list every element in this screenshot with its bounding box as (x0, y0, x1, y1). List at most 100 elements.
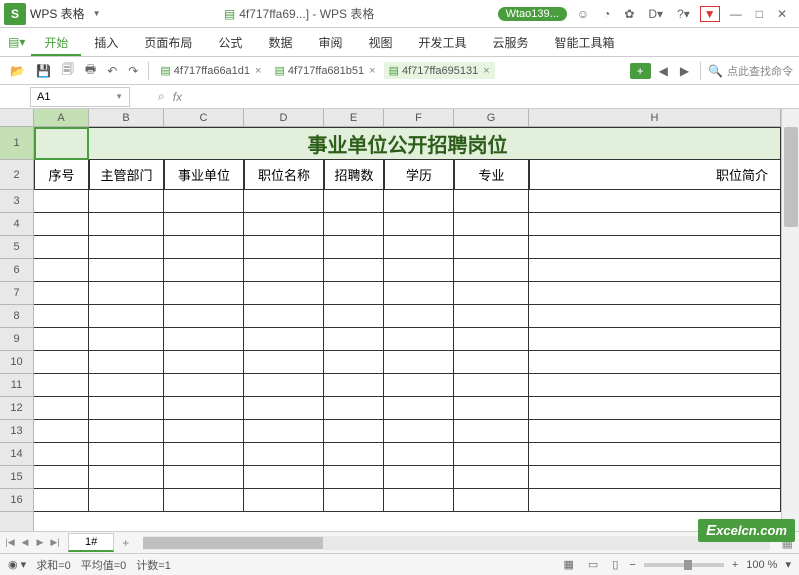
cell[interactable] (89, 190, 164, 213)
menu-doc-icon[interactable]: ▤▾ (8, 35, 25, 49)
cell[interactable] (529, 282, 781, 305)
cell[interactable] (384, 397, 454, 420)
cell[interactable] (89, 351, 164, 374)
cell[interactable] (384, 443, 454, 466)
view-break-icon[interactable]: ▯ (609, 557, 621, 572)
cell[interactable] (454, 466, 529, 489)
help-icon[interactable]: ?▾ (673, 5, 694, 23)
cell[interactable] (164, 351, 244, 374)
cell[interactable] (34, 236, 89, 259)
cell[interactable] (244, 259, 324, 282)
col-header-B[interactable]: B (89, 109, 164, 126)
cell[interactable] (164, 259, 244, 282)
sheet-prev-icon[interactable]: ◀ (18, 535, 32, 551)
cell[interactable] (324, 328, 384, 351)
add-tab-button[interactable]: + (630, 63, 651, 79)
add-sheet-button[interactable]: + (114, 534, 137, 552)
row-header-6[interactable]: 6 (0, 259, 33, 282)
cell[interactable] (324, 236, 384, 259)
d-icon[interactable]: D▾ (644, 5, 667, 23)
cell[interactable] (244, 282, 324, 305)
cell[interactable] (324, 282, 384, 305)
cell[interactable] (244, 236, 324, 259)
cell[interactable] (89, 259, 164, 282)
cell[interactable] (89, 420, 164, 443)
menu-data[interactable]: 数据 (255, 29, 305, 56)
cell[interactable] (324, 259, 384, 282)
cell[interactable] (89, 443, 164, 466)
cell[interactable] (454, 328, 529, 351)
cell[interactable] (529, 443, 781, 466)
header-cell[interactable]: 序号 (34, 160, 89, 190)
cell[interactable] (529, 236, 781, 259)
header-cell[interactable]: 事业单位 (164, 160, 244, 190)
magnify-icon[interactable]: ⌕ (158, 89, 165, 104)
cell[interactable] (324, 190, 384, 213)
cell[interactable] (384, 420, 454, 443)
zoom-level[interactable]: 100 % (746, 559, 777, 571)
cell[interactable] (164, 466, 244, 489)
cell[interactable] (454, 236, 529, 259)
cell[interactable] (34, 374, 89, 397)
vertical-scrollbar[interactable] (781, 109, 799, 531)
cell[interactable] (89, 374, 164, 397)
nav-left-icon[interactable]: ◀ (655, 62, 672, 80)
sheet-tab[interactable]: 1# (68, 533, 114, 552)
cell[interactable] (454, 190, 529, 213)
cell[interactable] (384, 236, 454, 259)
cell[interactable] (89, 466, 164, 489)
col-header-C[interactable]: C (164, 109, 244, 126)
cell[interactable] (164, 190, 244, 213)
cell[interactable] (454, 397, 529, 420)
row-header-12[interactable]: 12 (0, 397, 33, 420)
doc-tab-3[interactable]: ▤ 4f717ffa695131 × (384, 62, 495, 79)
minimize-button[interactable]: — (726, 5, 746, 23)
select-all-corner[interactable] (0, 109, 34, 127)
cell[interactable] (244, 420, 324, 443)
cell[interactable] (454, 420, 529, 443)
header-cell[interactable]: 职位名称 (244, 160, 324, 190)
col-header-G[interactable]: G (454, 109, 529, 126)
menu-devtools[interactable]: 开发工具 (405, 29, 479, 56)
view-page-icon[interactable]: ▭ (585, 557, 601, 572)
cell[interactable] (529, 351, 781, 374)
close-tab-icon[interactable]: × (369, 65, 375, 77)
col-header-H[interactable]: H (529, 109, 781, 126)
row-header-15[interactable]: 15 (0, 466, 33, 489)
status-circle-icon[interactable]: ◉ ▾ (8, 558, 26, 571)
zoom-slider[interactable] (644, 563, 724, 567)
zoom-dropdown-icon[interactable]: ▾ (785, 558, 791, 571)
cell[interactable] (324, 351, 384, 374)
cell[interactable] (164, 305, 244, 328)
cell[interactable] (529, 190, 781, 213)
cell[interactable] (324, 374, 384, 397)
horizontal-scrollbar[interactable] (143, 536, 769, 550)
cell[interactable] (454, 213, 529, 236)
cell[interactable] (34, 351, 89, 374)
close-button[interactable]: ✕ (773, 5, 791, 23)
menu-insert[interactable]: 插入 (81, 29, 131, 56)
hscroll-thumb[interactable] (143, 537, 323, 549)
cell[interactable] (244, 213, 324, 236)
cell[interactable] (454, 259, 529, 282)
cell[interactable] (164, 489, 244, 512)
cell[interactable] (89, 213, 164, 236)
cell[interactable] (529, 397, 781, 420)
header-cell[interactable]: 主管部门 (89, 160, 164, 190)
menu-start[interactable]: 开始 (31, 29, 81, 56)
save-icon[interactable]: 💾 (32, 62, 55, 80)
cell[interactable] (384, 351, 454, 374)
col-header-D[interactable]: D (244, 109, 324, 126)
sheet-first-icon[interactable]: |◀ (3, 535, 17, 551)
cell[interactable] (34, 443, 89, 466)
cell[interactable] (324, 489, 384, 512)
cell[interactable] (34, 328, 89, 351)
cell[interactable] (529, 374, 781, 397)
vscroll-thumb[interactable] (784, 127, 798, 227)
print-icon[interactable]: 🖶 (81, 58, 100, 83)
cell[interactable] (244, 466, 324, 489)
fx-label[interactable]: fx (173, 90, 182, 104)
cell[interactable] (324, 213, 384, 236)
header-cell[interactable]: 专业 (454, 160, 529, 190)
cell[interactable] (384, 282, 454, 305)
